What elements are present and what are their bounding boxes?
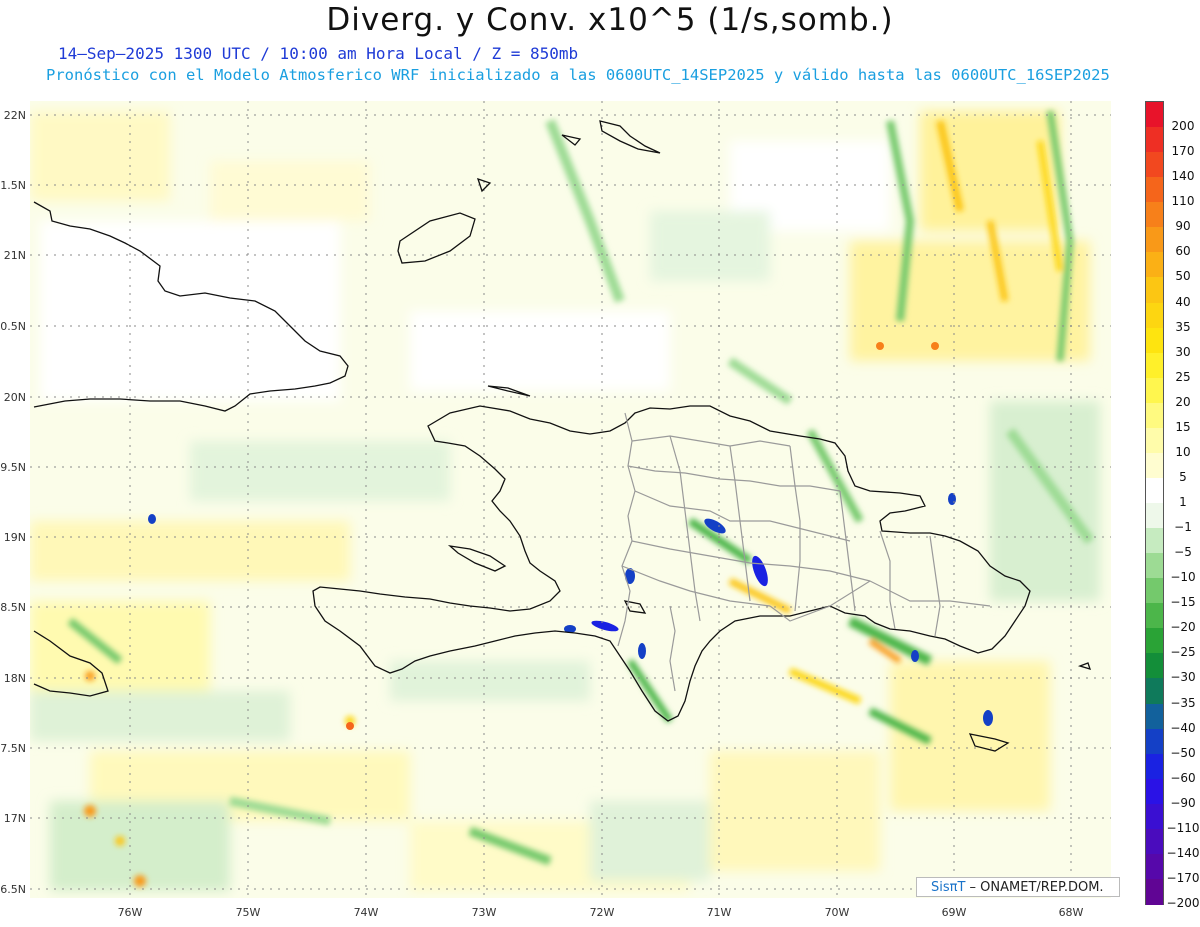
colorbar-swatch <box>1146 227 1163 253</box>
lat-label-17n: 17N <box>3 812 26 825</box>
colorbar-swatch <box>1146 803 1163 830</box>
colorbar-label: −170 <box>1166 870 1200 885</box>
colorbar-label: −10 <box>1170 570 1196 585</box>
lat-label-20-5n: 0.5N <box>0 320 26 333</box>
colorbar-label: 50 <box>1175 269 1191 284</box>
lon-label-73w: 73W <box>471 906 497 919</box>
lon-label-75w: 75W <box>235 906 261 919</box>
colorbar-label: −30 <box>1170 670 1196 685</box>
colorbar-label: 140 <box>1171 169 1195 184</box>
colorbar-swatch <box>1146 152 1163 178</box>
lon-label-76w: 76W <box>117 906 143 919</box>
colorbar-label: 20 <box>1175 394 1191 409</box>
colorbar-label: −60 <box>1170 770 1196 785</box>
colorbar-swatch <box>1146 553 1163 579</box>
colorbar-label: −35 <box>1170 695 1196 710</box>
colorbar-swatch <box>1146 753 1163 780</box>
colorbar-swatch <box>1146 878 1163 905</box>
colorbar <box>1145 101 1164 905</box>
colorbar-swatch <box>1146 678 1163 704</box>
colorbar-swatch <box>1146 578 1163 604</box>
colorbar-swatch <box>1146 452 1163 479</box>
colorbar-label: −40 <box>1170 720 1196 735</box>
lat-label-16-5n: 6.5N <box>0 883 26 896</box>
colorbar-label: 200 <box>1171 119 1195 134</box>
credit-box: SisπΤ – ONAMET/REP.DOM. <box>916 877 1120 897</box>
colorbar-label: −15 <box>1170 595 1196 610</box>
colorbar-label: −90 <box>1170 795 1196 810</box>
colorbar-swatch <box>1146 503 1163 529</box>
lat-label-17-5n: 7.5N <box>0 742 26 755</box>
colorbar-label: 15 <box>1175 419 1191 434</box>
colorbar-label: 5 <box>1179 469 1187 484</box>
colorbar-label: −5 <box>1174 545 1192 560</box>
colorbar-label: −50 <box>1170 745 1196 760</box>
map-canvas <box>30 101 1111 898</box>
lat-label-19-5n: 9.5N <box>0 461 26 474</box>
sispi-logo: SisπΤ <box>931 880 966 895</box>
colorbar-label: −140 <box>1166 845 1200 860</box>
lat-label-18-5n: 8.5N <box>0 601 26 614</box>
colorbar-swatch <box>1146 653 1163 679</box>
colorbar-label: 40 <box>1175 294 1191 309</box>
colorbar-swatch <box>1146 177 1163 203</box>
lat-label-22n: 22N <box>3 109 26 122</box>
lon-label-74w: 74W <box>353 906 379 919</box>
colorbar-swatch <box>1146 778 1163 805</box>
colorbar-label: 25 <box>1175 369 1191 384</box>
colorbar-swatch <box>1146 828 1163 855</box>
colorbar-label: −20 <box>1170 620 1196 635</box>
colorbar-swatch <box>1146 277 1163 303</box>
colorbar-swatch <box>1146 202 1163 228</box>
colorbar-label: 90 <box>1175 219 1191 234</box>
lon-label-68w: 68W <box>1058 906 1084 919</box>
colorbar-label: −200 <box>1166 896 1200 910</box>
colorbar-label: 1 <box>1179 495 1187 509</box>
colorbar-swatch <box>1146 127 1163 153</box>
colorbar-label: 35 <box>1175 319 1191 334</box>
lat-label-19n: 19N <box>3 531 26 544</box>
lat-label-21n: 21N <box>3 249 26 262</box>
colorbar-label: 170 <box>1171 144 1195 159</box>
colorbar-swatch <box>1146 853 1163 880</box>
map-panel <box>30 101 1111 898</box>
colorbar-label: 10 <box>1175 444 1191 459</box>
colorbar-swatch <box>1146 352 1163 379</box>
map-title: Diverg. y Conv. x10^5 (1/s,somb.) <box>326 2 894 38</box>
colorbar-swatch <box>1146 402 1163 429</box>
colorbar-swatch <box>1146 252 1163 278</box>
lat-label-20n: 20N <box>3 391 26 404</box>
lon-label-72w: 72W <box>589 906 615 919</box>
lon-label-71w: 71W <box>706 906 732 919</box>
colorbar-swatch <box>1146 427 1163 454</box>
lat-label-18n: 18N <box>3 672 26 685</box>
lon-label-70w: 70W <box>824 906 850 919</box>
colorbar-label: −110 <box>1166 820 1200 835</box>
colorbar-swatch <box>1146 477 1163 504</box>
valid-time-line: 14–Sep–2025 1300 UTC / 10:00 am Hora Loc… <box>58 44 579 63</box>
colorbar-swatch <box>1146 377 1163 404</box>
lon-label-69w: 69W <box>941 906 967 919</box>
colorbar-swatch <box>1146 528 1163 554</box>
colorbar-swatch <box>1146 628 1163 654</box>
model-info-line: Pronóstico con el Modelo Atmosferico WRF… <box>46 66 1110 84</box>
colorbar-swatch <box>1146 302 1163 329</box>
colorbar-swatch <box>1146 327 1163 354</box>
colorbar-swatch <box>1146 703 1163 730</box>
colorbar-label: −1 <box>1174 520 1192 535</box>
credit-text: – ONAMET/REP.DOM. <box>965 880 1104 895</box>
colorbar-label: −25 <box>1170 645 1196 660</box>
colorbar-swatch <box>1146 603 1163 629</box>
colorbar-label: 30 <box>1175 344 1191 359</box>
colorbar-label: 110 <box>1171 194 1195 209</box>
colorbar-swatch <box>1146 102 1163 128</box>
lat-label-21-5n: 1.5N <box>0 179 26 192</box>
colorbar-swatch <box>1146 728 1163 755</box>
colorbar-label: 60 <box>1175 244 1191 259</box>
